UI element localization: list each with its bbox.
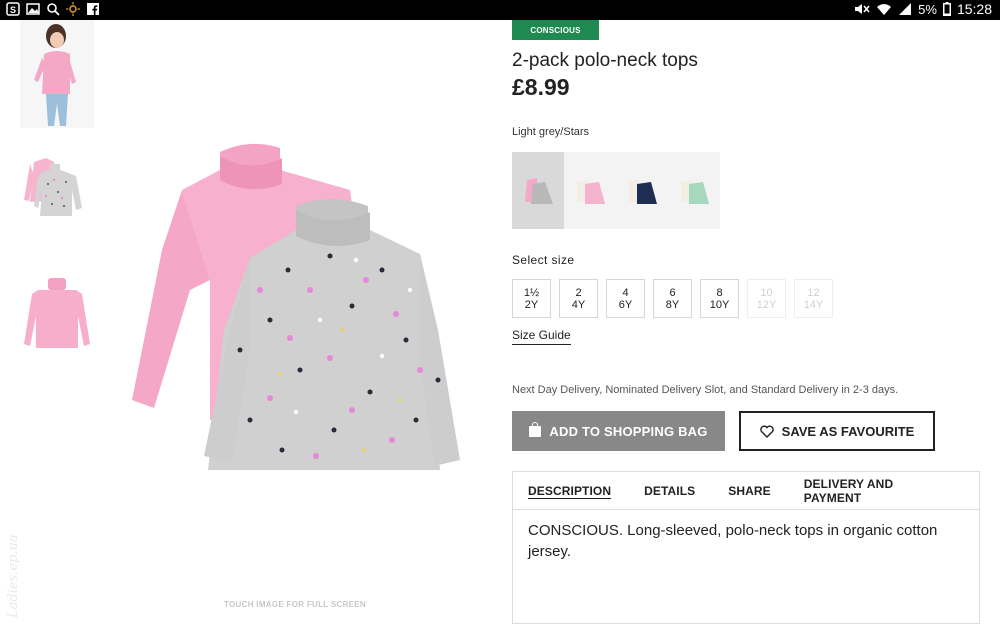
gallery-icon [26,3,40,15]
watermark: Ladies.ep.ua [4,500,24,620]
two-pack-image [24,158,82,216]
size-years: 6Y [618,298,633,311]
child-model-image [20,20,94,128]
mute-icon [855,4,870,14]
save-favourite-label: SAVE AS FAVOURITE [781,423,915,439]
watermark-text: Ladies.ep.ua [6,534,21,618]
shopping-bag-icon [529,421,542,437]
tab-description[interactable]: DESCRIPTION [528,484,611,498]
main-product-image[interactable] [120,130,480,480]
heart-icon [759,424,774,438]
pink-top-image [24,278,90,348]
swatch-navy-cream-image [629,179,657,204]
product-price: £8.99 [512,74,570,100]
product-info-tabs: DESCRIPTION DETAILS SHARE DELIVERY AND P… [512,471,980,624]
battery-icon [942,2,951,16]
size-age: 2 [575,286,582,299]
size-years: 14Y [803,298,824,311]
size-option-12y-unavailable: 10 12Y [747,279,786,318]
size-option-14y-unavailable: 12 14Y [794,279,833,318]
save-favourite-button[interactable]: SAVE AS FAVOURITE [739,411,935,451]
conscious-badge: CONSCIOUS [512,20,599,40]
swatch-light-grey-stars[interactable] [512,152,564,229]
swatch-pink-cream[interactable] [564,152,616,229]
swatch-mint-cream[interactable] [668,152,720,229]
swatch-navy-cream[interactable] [616,152,668,229]
size-options: 1½ 2Y 2 4Y 4 6Y 6 8Y 8 10Y 10 12Y 12 14Y [512,279,833,318]
size-years: 8Y [665,298,680,311]
swatch-mint-cream-image [681,179,709,204]
size-years: 10Y [709,298,730,311]
battery-percent: 5% [918,1,937,17]
thumbnail-two-pack[interactable] [20,150,94,230]
search-icon [47,3,60,16]
touch-caption: TOUCH IMAGE FOR FULL SCREEN [223,600,367,609]
size-age: 8 [716,286,723,299]
system-status: 5% 15:28 [854,1,992,17]
select-size-label: Select size [512,253,575,267]
status-bar: S 5% 15:28 [0,0,1000,20]
size-years: 2Y [524,298,539,311]
add-to-bag-label: ADD TO SHOPPING BAG [549,423,708,439]
swatch-pink-cream-image [577,179,605,204]
selected-color-name: Light grey/Stars [512,126,590,138]
size-age: 1½ [523,286,540,299]
description-text: CONSCIOUS. Long-sleeved, polo-neck tops … [528,522,938,560]
tab-delivery-payment[interactable]: DELIVERY AND PAYMENT [804,477,946,505]
tab-share[interactable]: SHARE [728,484,771,498]
size-age: 6 [669,286,676,299]
size-years: 4Y [571,298,586,311]
thumbnail-model-photo[interactable] [20,20,94,128]
size-age: 4 [622,286,629,299]
swatch-pink-grey-image [525,177,553,204]
facebook-icon [87,3,99,16]
size-age: 12 [807,286,820,299]
thumbnail-pink-top[interactable] [20,272,94,356]
app-notification-icon: S [6,2,20,16]
svg-text:S: S [10,5,16,15]
size-guide-link[interactable]: Size Guide [512,328,571,345]
size-option-4y[interactable]: 2 4Y [559,279,598,318]
size-option-8y[interactable]: 6 8Y [653,279,692,318]
size-option-2y[interactable]: 1½ 2Y [512,279,551,318]
size-age: 10 [760,286,773,299]
add-to-bag-button[interactable]: ADD TO SHOPPING BAG [512,411,725,451]
tab-details[interactable]: DETAILS [644,484,695,498]
sun-icon [66,2,80,16]
two-pack-tops-illustration [132,143,460,470]
delivery-info: Next Day Delivery, Nominated Delivery Sl… [512,384,899,396]
size-option-6y[interactable]: 4 6Y [606,279,645,318]
notification-icons: S [6,2,100,16]
product-title: 2-pack polo-neck tops [512,50,698,71]
size-option-10y[interactable]: 8 10Y [700,279,739,318]
clock: 15:28 [956,1,992,17]
wifi-icon [877,4,892,15]
color-swatches [512,152,720,229]
size-years: 12Y [756,298,777,311]
tab-bar: DESCRIPTION DETAILS SHARE DELIVERY AND P… [513,472,979,510]
signal-icon [899,3,912,15]
